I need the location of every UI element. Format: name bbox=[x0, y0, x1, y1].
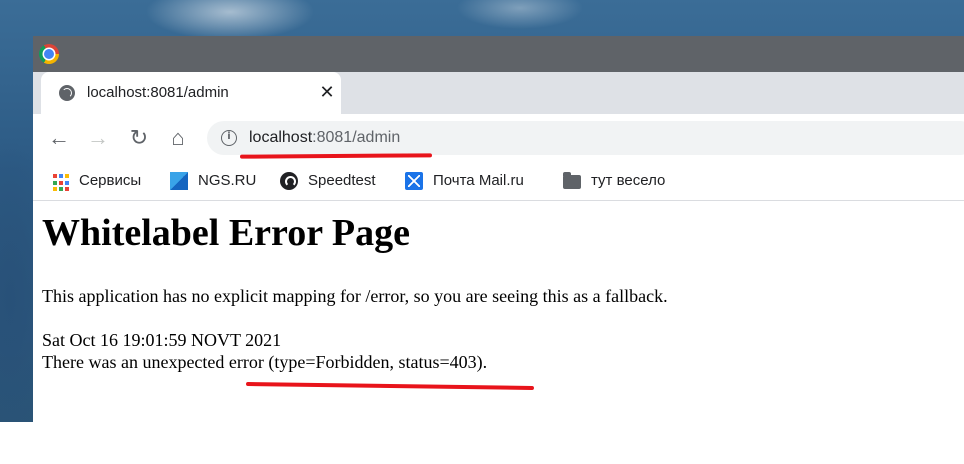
error-timestamp: Sat Oct 16 19:01:59 NOVT 2021 bbox=[42, 330, 282, 350]
close-tab-button[interactable]: ✕ bbox=[315, 80, 339, 104]
browser-toolbar: ← → ↻ ⌂ i localhost:8081/admin bbox=[33, 114, 964, 162]
chrome-logo-icon bbox=[39, 44, 59, 64]
error-details: Sat Oct 16 19:01:59 NOVT 2021 There was … bbox=[42, 329, 487, 373]
bookmark-label: Speedtest bbox=[308, 172, 376, 189]
error-status-message: There was an unexpected error (type=Forb… bbox=[42, 352, 488, 372]
apps-grid-icon bbox=[53, 174, 71, 192]
bookmark-label: Сервисы bbox=[79, 172, 142, 189]
bookmarks-bar: Сервисы NGS.RU Speedtest Почта Mail.ru т… bbox=[33, 162, 964, 201]
reload-button[interactable]: ↻ bbox=[125, 124, 153, 152]
browser-window: localhost:8081/admin ✕ ← → ↻ ⌂ i localho… bbox=[33, 36, 964, 422]
url-path: :8081/admin bbox=[312, 129, 401, 146]
globe-icon bbox=[59, 85, 75, 101]
address-url[interactable]: localhost:8081/admin bbox=[249, 129, 400, 147]
bookmark-label: NGS.RU bbox=[198, 172, 257, 189]
tab-localhost-admin[interactable]: localhost:8081/admin ✕ bbox=[41, 72, 341, 114]
speedtest-icon bbox=[280, 172, 298, 190]
mail-icon bbox=[405, 172, 423, 190]
site-info-icon[interactable]: i bbox=[221, 130, 237, 146]
back-button[interactable]: ← bbox=[45, 124, 73, 152]
home-button[interactable]: ⌂ bbox=[164, 124, 192, 152]
screen-bottom-area bbox=[0, 422, 964, 464]
ngs-icon bbox=[170, 172, 188, 190]
folder-icon bbox=[563, 172, 581, 189]
fallback-message: This application has no explicit mapping… bbox=[42, 286, 668, 306]
url-host: localhost bbox=[249, 129, 313, 146]
tab-strip: localhost:8081/admin ✕ bbox=[33, 72, 964, 114]
browser-titlebar bbox=[33, 36, 964, 72]
page-title: Whitelabel Error Page bbox=[42, 212, 410, 254]
bookmark-label: Почта Mail.ru bbox=[433, 172, 524, 189]
tab-title: localhost:8081/admin bbox=[87, 84, 229, 101]
bookmark-label: тут весело bbox=[591, 172, 666, 189]
address-bar[interactable]: i localhost:8081/admin bbox=[207, 121, 964, 155]
forward-button[interactable]: → bbox=[84, 124, 112, 152]
